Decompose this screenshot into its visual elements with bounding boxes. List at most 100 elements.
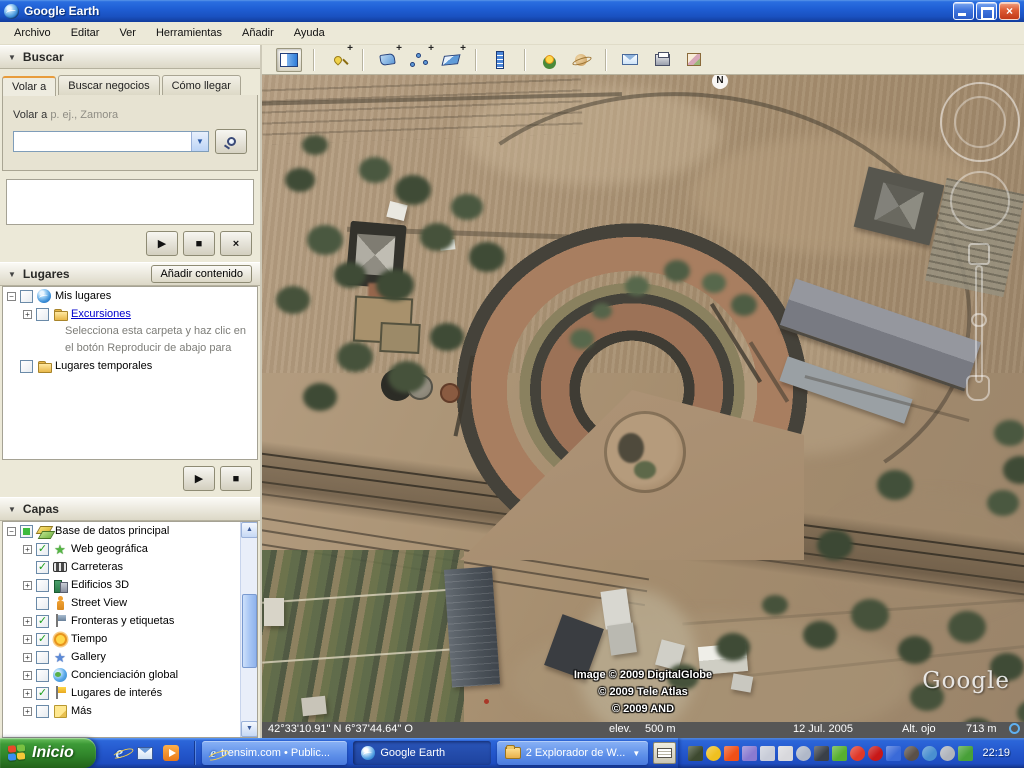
tray-icon-4[interactable] [760,746,775,761]
expand-expander[interactable]: + [23,689,32,698]
expand-expander[interactable]: + [23,671,32,680]
play-tour-button[interactable]: ▶ [183,466,215,491]
layer-row-base[interactable]: − Base de datos principal [3,522,257,540]
start-button[interactable]: Inicio [0,738,96,768]
layer-row-lugares-interes[interactable]: + ✓ Lugares de interés [3,684,257,702]
restore-button[interactable] [976,2,997,20]
print-button[interactable] [649,48,675,72]
tab-como-llegar[interactable]: Cómo llegar [162,75,241,95]
tray-icon-9[interactable] [850,746,865,761]
menu-ver[interactable]: Ver [109,24,146,42]
switch-planet-button[interactable] [568,48,594,72]
checkbox-checked[interactable]: ✓ [36,543,49,556]
tab-buscar-negocios[interactable]: Buscar negocios [58,75,159,95]
checkbox-checked[interactable]: ✓ [36,615,49,628]
tray-icon-6[interactable] [796,746,811,761]
zoom-out-button[interactable] [966,375,990,401]
checkbox-unchecked[interactable] [36,669,49,682]
layer-row-tiempo[interactable]: + ✓ Tiempo [3,630,257,648]
expand-expander[interactable]: + [23,581,32,590]
language-bar-button[interactable] [653,742,676,764]
layer-row-carreteras[interactable]: ✓ Carreteras [3,558,257,576]
internet-explorer-icon[interactable]: e [110,744,128,762]
toggle-sidebar-button[interactable] [276,48,302,72]
compass-inner-ring[interactable] [954,96,1006,148]
flyto-input[interactable] [14,132,191,151]
tray-icon-8[interactable] [832,746,847,761]
add-path-button[interactable] [406,48,432,72]
layer-row-concienciacion[interactable]: + Concienciación global [3,666,257,684]
checkbox-unchecked[interactable] [36,651,49,664]
checkbox-unchecked[interactable] [36,705,49,718]
tray-icon-13[interactable] [922,746,937,761]
search-results-box[interactable] [6,179,254,225]
add-polygon-button[interactable] [374,48,400,72]
collapse-expander[interactable]: − [7,527,16,536]
combo-dropdown-icon[interactable]: ▼ [191,132,208,151]
task-button-google-earth[interactable]: Google Earth [353,741,490,765]
excursiones-link[interactable]: Excursiones [71,308,131,320]
ruler-button[interactable] [487,48,513,72]
layer-row-edificios-3d[interactable]: + Edificios 3D [3,576,257,594]
collapse-triangle-icon[interactable]: ▼ [8,53,16,62]
layer-row-mas[interactable]: + Más [3,702,257,720]
tray-icon-11[interactable] [886,746,901,761]
flyto-combobox[interactable]: ▼ [13,131,209,152]
collapse-expander[interactable]: − [7,292,16,301]
layers-scrollbar[interactable]: ▲ ▼ [240,522,257,737]
map-viewport[interactable]: N Image © 2009 DigitalGlobe © 2009 Tele … [262,75,1024,738]
tray-icon-2[interactable] [724,746,739,761]
tray-icon-12[interactable] [904,746,919,761]
outlook-express-icon[interactable] [136,744,154,762]
tray-icon-5[interactable] [778,746,793,761]
expand-expander[interactable]: + [23,635,32,644]
menu-anadir[interactable]: Añadir [232,24,284,42]
tray-icon-15[interactable] [958,746,973,761]
tray-icon-7[interactable] [814,746,829,761]
checkbox-checked[interactable]: ✓ [36,633,49,646]
menu-ayuda[interactable]: Ayuda [284,24,335,42]
clock[interactable]: 22:19 [976,747,1018,759]
scrollbar-thumb[interactable] [242,594,257,668]
menu-editar[interactable]: Editar [61,24,110,42]
search-panel-header[interactable]: ▼ Buscar [0,45,260,69]
layers-panel-header[interactable]: ▼ Capas [0,497,260,521]
expand-expander[interactable]: + [23,653,32,662]
checkbox[interactable] [36,308,49,321]
places-panel-header[interactable]: ▼ Lugares Añadir contenido [0,262,260,286]
satellite-imagery[interactable]: N Image © 2009 DigitalGlobe © 2009 Tele … [262,75,1024,722]
add-content-button[interactable]: Añadir contenido [151,265,252,283]
stop-tour-button[interactable]: ■ [220,466,252,491]
expand-expander[interactable]: + [23,617,32,626]
media-player-icon[interactable] [162,744,180,762]
email-button[interactable] [617,48,643,72]
checkbox-checked[interactable]: ✓ [36,687,49,700]
scroll-down-button[interactable]: ▼ [241,721,258,737]
minimize-button[interactable] [953,2,974,20]
menu-herramientas[interactable]: Herramientas [146,24,232,42]
tray-icon-10[interactable] [868,746,883,761]
task-button-trensim[interactable]: e trensim.com • Public... [202,741,347,765]
zoom-slider-handle[interactable] [971,313,987,327]
move-joystick[interactable] [950,171,1010,231]
scroll-up-button[interactable]: ▲ [241,522,258,538]
clear-results-button[interactable]: × [220,231,252,256]
checkbox-checked[interactable]: ✓ [36,561,49,574]
sunlight-button[interactable] [536,48,562,72]
checkbox-partial[interactable] [20,525,33,538]
add-image-overlay-button[interactable] [438,48,464,72]
checkbox-unchecked[interactable] [36,579,49,592]
layer-row-gallery[interactable]: + ★ Gallery [3,648,257,666]
checkbox-unchecked[interactable] [36,597,49,610]
tray-icon-3[interactable] [742,746,757,761]
layer-row-street-view[interactable]: Street View [3,594,257,612]
tray-icon-14[interactable] [940,746,955,761]
tab-volar-a[interactable]: Volar a [2,76,56,96]
zoom-in-button[interactable] [968,243,990,265]
close-button[interactable]: × [999,2,1020,20]
stop-tour-button[interactable]: ■ [183,231,215,256]
menu-archivo[interactable]: Archivo [4,24,61,42]
expand-expander[interactable]: + [23,310,32,319]
collapse-triangle-icon[interactable]: ▼ [8,505,16,514]
tray-icon-0[interactable] [688,746,703,761]
